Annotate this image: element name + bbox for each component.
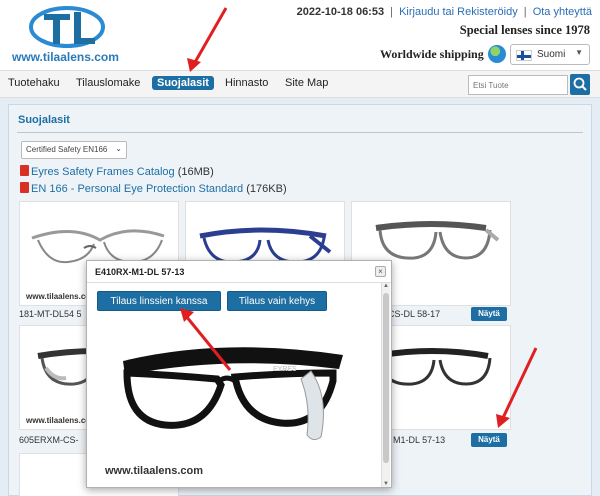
logo-url-text: www.tilaalens.com [12,50,119,64]
globe-icon [488,45,506,63]
frame-brand-text: EYRES [273,366,297,373]
dialog-body: Tilaus linssien kanssa Tilaus vain kehys… [87,283,381,487]
separator: | [523,6,527,18]
product-glasses-image: EYRES [123,347,343,441]
file-size: (176KB) [246,183,287,195]
product-label: 605ERXM-CS- [19,435,79,445]
pdf-icon [20,165,29,176]
doc-link-standard: EN 166 - Personal Eye Protection Standar… [20,182,287,195]
nav-site-map[interactable]: Site Map [285,77,328,89]
site-header: www.tilaalens.com 2022-10-18 06:53 | Kir… [0,0,600,70]
finland-flag-icon [516,50,532,61]
show-button[interactable]: Näytä [471,307,507,321]
language-label: Suomi [537,49,566,60]
separator: | [390,6,394,18]
site-logo[interactable]: www.tilaalens.com [4,2,124,66]
show-button[interactable]: Näytä [471,433,507,447]
search-icon [573,77,587,91]
doc-link-catalog: Eyres Safety Frames Catalog (16MB) [20,165,214,178]
file-size: (16MB) [177,166,214,178]
product-label: -CS-DL 58-17 [385,309,441,319]
page-title: Suojalasit [18,114,70,126]
nav-hinnasto[interactable]: Hinnasto [225,77,268,89]
divider [17,132,583,133]
standard-link[interactable]: EN 166 - Personal Eye Protection Standar… [31,183,243,195]
dialog-scrollbar[interactable]: ▲ ▼ [381,283,390,487]
top-links: 2022-10-18 06:53 | Kirjaudu tai Rekister… [297,6,592,18]
filter-value: Certified Safety EN166 [26,145,108,154]
shipping-text: Worldwide shipping [380,47,484,61]
tagline: Special lenses since 1978 [459,23,590,37]
product-dialog: E410RX-M1-DL 57-13 × Tilaus linssien kan… [86,260,392,488]
pdf-icon [20,182,29,193]
search-input[interactable] [468,75,568,95]
scroll-up-icon[interactable]: ▲ [383,283,389,289]
search-button[interactable] [570,74,590,95]
category-filter-select[interactable]: Certified Safety EN166 ⌄ [21,141,127,159]
product-label: 181-MT-DL54 5 [19,309,82,319]
order-with-lenses-button[interactable]: Tilaus linssien kanssa [97,291,221,311]
logo-mark-icon [29,6,105,48]
order-frame-only-button[interactable]: Tilaus vain kehys [227,291,327,311]
caret-down-icon: ▼ [575,48,583,57]
catalog-link[interactable]: Eyres Safety Frames Catalog [31,166,175,178]
main-nav: Tuotehaku Tilauslomake Suojalasit Hinnas… [0,70,600,98]
scroll-thumb[interactable] [383,293,389,463]
nav-tuotehaku[interactable]: Tuotehaku [8,77,60,89]
dialog-title: E410RX-M1-DL 57-13 [95,267,185,277]
dialog-brand-text: www.tilaalens.com [105,465,204,477]
chevron-down-icon: ⌄ [115,144,122,153]
nav-tilauslomake[interactable]: Tilauslomake [76,77,140,89]
dialog-header: E410RX-M1-DL 57-13 × [87,261,391,283]
nav-suojalasit[interactable]: Suojalasit [152,76,214,90]
close-icon[interactable]: × [375,266,386,277]
login-link[interactable]: Kirjaudu tai Rekisteröidy [399,6,518,18]
current-datetime: 2022-10-18 06:53 [296,6,385,18]
language-select[interactable]: Suomi ▼ [510,44,590,65]
scroll-down-icon[interactable]: ▼ [383,481,389,487]
contact-link[interactable]: Ota yhteyttä [533,6,592,18]
product-label: M1-DL 57-13 [393,435,446,445]
